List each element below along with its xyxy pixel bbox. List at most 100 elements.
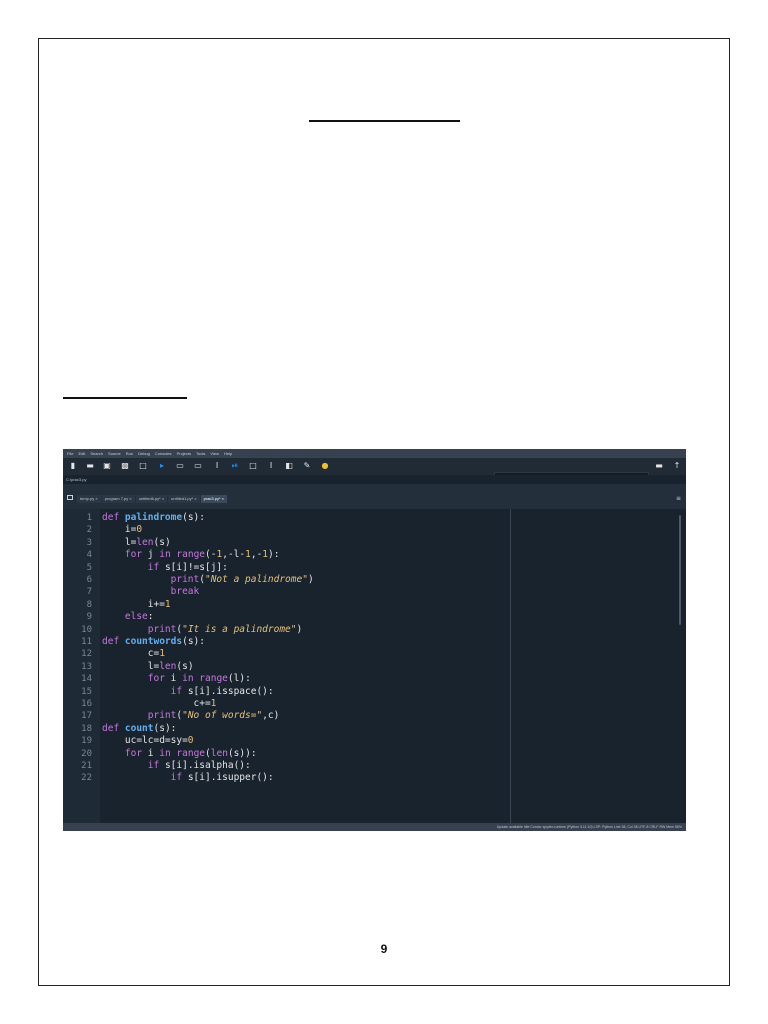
menu-item-edit[interactable]: Edit (78, 451, 85, 456)
code-line: 4 for j in range(-1,-l-1,-1): (63, 549, 663, 561)
code-line: 5 if s[i]!=s[j]: (63, 562, 663, 574)
line-number: 7 (86, 587, 92, 598)
code-text: i=0 (102, 524, 142, 536)
code-token: ) (296, 623, 303, 635)
open-folder-icon[interactable]: ▬ (86, 461, 94, 471)
code-line: 17 print("No of words=",c) (63, 710, 663, 722)
code-text: if s[i]!=s[j]: (102, 562, 228, 574)
new-window-icon[interactable]: □ (139, 461, 147, 471)
title-underline (309, 120, 460, 122)
editor-tab[interactable]: temp.py × (77, 495, 101, 503)
code-token: countwords (124, 636, 183, 647)
code-token: else (124, 611, 148, 623)
line-number: 1 (86, 513, 92, 523)
code-line: 1 def palindrome(s): (63, 512, 663, 524)
step-icon[interactable]: I (267, 461, 275, 471)
code-text: def count(s): (102, 723, 176, 735)
menu-item-consoles[interactable]: Consoles (155, 451, 172, 456)
editor-tab[interactable]: untitled1.py* × (168, 495, 200, 503)
menu-item-tools[interactable]: Tools (196, 451, 205, 456)
code-token: (s): (153, 722, 177, 734)
code-line: 18 def count(s): (63, 723, 663, 735)
save-icon[interactable]: ▣ (103, 461, 111, 471)
code-line: 21 if s[i].isalpha(): (63, 760, 663, 772)
line-number: 16 (81, 699, 92, 709)
python-path-icon[interactable]: ● (321, 461, 329, 471)
code-text: for i in range(l): (102, 673, 251, 685)
menu-item-source[interactable]: Source (108, 451, 121, 456)
line-number: 8 (86, 599, 92, 610)
editor-tab[interactable]: prac3.py* × (200, 495, 227, 503)
maximize-icon[interactable]: ◧ (285, 461, 293, 471)
code-line: 9 else: (63, 611, 663, 623)
menu-item-help[interactable]: Help (224, 451, 232, 456)
parent-directory-icon[interactable]: ↑ (673, 461, 681, 471)
code-line: 13 l=len(s) (63, 661, 663, 673)
browse-folder-icon[interactable]: ▬ (655, 461, 663, 471)
menu-item-run[interactable]: Run (126, 451, 133, 456)
status-bar: Update available Idle Conda: spyder-runt… (63, 823, 686, 831)
code-token: 1 (210, 698, 217, 709)
code-token: c= (102, 648, 160, 660)
line-number: 19 (81, 736, 92, 747)
code-line: 22 if s[i].isupper(): (63, 772, 663, 784)
menu-item-projects[interactable]: Projects (177, 451, 191, 456)
browse-tabs-icon[interactable] (67, 495, 73, 500)
file-path-label: C:/prac3.py (63, 475, 686, 484)
code-line: 16 c+=1 (63, 698, 663, 710)
line-number: 14 (81, 674, 92, 685)
code-token: ): (268, 549, 280, 561)
code-text: for j in range(-1,-l-1,-1): (102, 549, 280, 561)
menu-item-debug[interactable]: Debug (138, 451, 150, 456)
editor-tab[interactable]: untitled6.py* × (135, 495, 168, 503)
new-file-icon[interactable]: ▮ (69, 461, 77, 471)
code-line: 19 uc=lc=d=sy=0 (63, 735, 663, 747)
code-token: range (176, 549, 206, 561)
code-token: 0 (187, 735, 194, 747)
save-all-icon[interactable]: ▩ (121, 461, 129, 471)
run-icon[interactable]: ▸ (158, 461, 166, 471)
code-token: for (124, 747, 143, 759)
run-cell-icon[interactable]: ▭ (176, 461, 184, 471)
line-number: 17 (81, 711, 92, 722)
code-token: c+= (102, 698, 211, 709)
line-number: 4 (86, 550, 92, 561)
editor-scrollbar[interactable] (679, 515, 681, 625)
editor-tab[interactable]: program 7.py × (101, 495, 135, 503)
code-line: 14 for i in range(l): (63, 673, 663, 685)
debug-icon[interactable]: ⏯ (231, 461, 239, 471)
code-text: print("It is a palindrome") (102, 624, 302, 636)
code-line: 10 print("It is a palindrome") (63, 624, 663, 636)
code-token: def (102, 512, 125, 523)
code-text: l=len(s) (102, 537, 171, 549)
code-text: if s[i].isspace(): (102, 686, 274, 698)
run-selection-icon[interactable]: I (213, 461, 221, 471)
code-token: ,-l- (222, 549, 246, 561)
code-token: if (147, 561, 160, 573)
settings-icon[interactable]: ✎ (303, 461, 311, 471)
code-editor[interactable]: 1 def palindrome(s): 2 i=0 3 l=len(s) 4 for … (63, 512, 663, 823)
menu-item-search[interactable]: Search (90, 451, 103, 456)
code-token: (s)): (227, 747, 257, 759)
editor-tabs: temp.py × program 7.py × untitled6.py* × un… (77, 495, 227, 503)
line-number: 15 (81, 686, 92, 697)
code-token: "It is a palindrome" (182, 623, 297, 635)
code-token: 0 (136, 524, 143, 536)
menu-item-file[interactable]: File (67, 451, 73, 456)
code-token: len (159, 660, 177, 672)
run-cell-advance-icon[interactable]: ▭ (194, 461, 202, 471)
code-token: : (147, 611, 154, 623)
code-token: s[i]!=s[j]: (159, 561, 228, 573)
code-token: ) (307, 574, 314, 585)
stop-icon[interactable]: □ (249, 461, 257, 471)
code-text: i+=1 (102, 599, 171, 611)
line-number: 5 (86, 562, 92, 573)
line-number: 2 (86, 525, 92, 536)
menu-item-view[interactable]: View (210, 451, 219, 456)
tab-options-icon[interactable]: ≡ (676, 495, 681, 502)
code-token: (s) (176, 660, 194, 672)
